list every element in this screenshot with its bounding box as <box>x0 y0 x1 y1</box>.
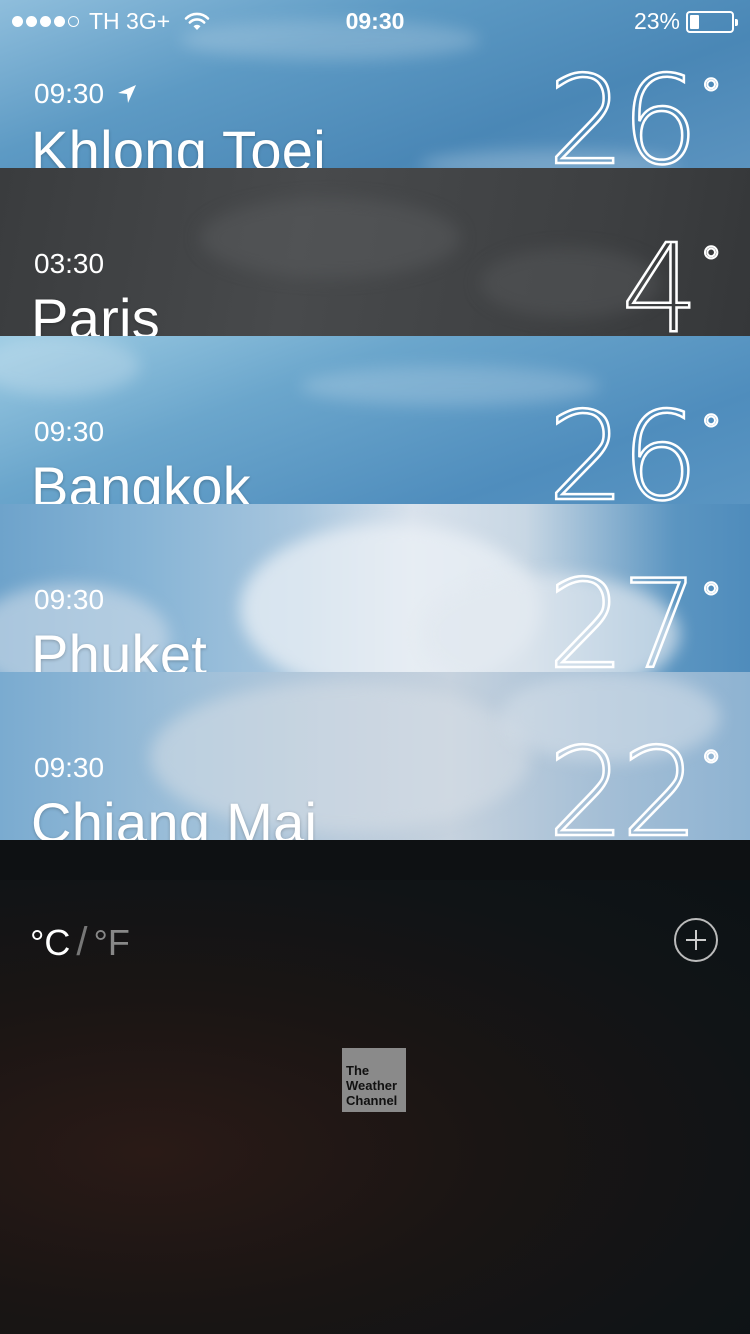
degree-symbol: ° <box>701 69 721 120</box>
city-row-paris[interactable]: 03:30 Paris 4 ° <box>0 168 750 336</box>
degree-symbol: ° <box>701 237 721 288</box>
weather-channel-logo[interactable]: The Weather Channel <box>342 1048 406 1112</box>
battery-percent: 23% <box>633 8 680 34</box>
city-name: Bangkok <box>31 455 252 504</box>
city-row-bangkok[interactable]: 09:30 Bangkok 26 ° <box>0 336 750 504</box>
city-list: 09:30 Khlong Toei 26 ° 03:30 Paris 4 ° 0… <box>0 0 750 840</box>
city-temperature: 4 <box>620 217 700 336</box>
city-row-phuket[interactable]: 09:30 Phuket 27 ° <box>0 504 750 672</box>
city-time: 09:30 <box>34 752 105 783</box>
battery-level <box>690 14 699 29</box>
city-time: 09:30 <box>34 78 105 109</box>
fahrenheit-option[interactable]: °F <box>94 922 130 964</box>
degree-symbol: ° <box>701 405 721 456</box>
add-city-button[interactable] <box>674 918 718 962</box>
degree-symbol: ° <box>701 741 721 792</box>
city-time-wrap: 09:30 <box>34 584 104 616</box>
location-arrow-icon <box>118 85 137 103</box>
unit-toggle[interactable]: °C / °F <box>30 920 130 965</box>
city-temperature: 27 <box>546 553 700 672</box>
city-temperature: 26 <box>546 385 700 504</box>
city-time: 03:30 <box>34 248 105 279</box>
degree-symbol: ° <box>701 573 721 624</box>
city-time-wrap: 09:30 <box>34 416 104 448</box>
city-name: Phuket <box>31 623 208 672</box>
city-temperature: 22 <box>546 721 700 840</box>
city-name: Khlong Toei <box>31 119 326 168</box>
city-time: 09:30 <box>34 416 105 447</box>
city-name: Chiang Mai <box>31 791 318 840</box>
status-bar: TH 3G+ 09:30 23% <box>0 0 750 40</box>
city-row-chiang-mai[interactable]: 09:30 Chiang Mai 22 ° <box>0 672 750 840</box>
status-right: 23% <box>634 8 738 35</box>
city-temperature: 26 <box>546 49 700 168</box>
city-time: 09:30 <box>34 584 105 615</box>
celsius-option[interactable]: °C <box>30 922 70 964</box>
battery-icon <box>686 10 738 33</box>
unit-separator: / <box>76 920 88 964</box>
city-time-wrap: 09:30 <box>34 78 138 110</box>
city-time-wrap: 09:30 <box>34 752 104 784</box>
city-time-wrap: 03:30 <box>34 248 104 280</box>
bottom-panel: °C / °F The Weather Channel <box>0 880 750 1334</box>
city-name: Paris <box>31 287 161 336</box>
